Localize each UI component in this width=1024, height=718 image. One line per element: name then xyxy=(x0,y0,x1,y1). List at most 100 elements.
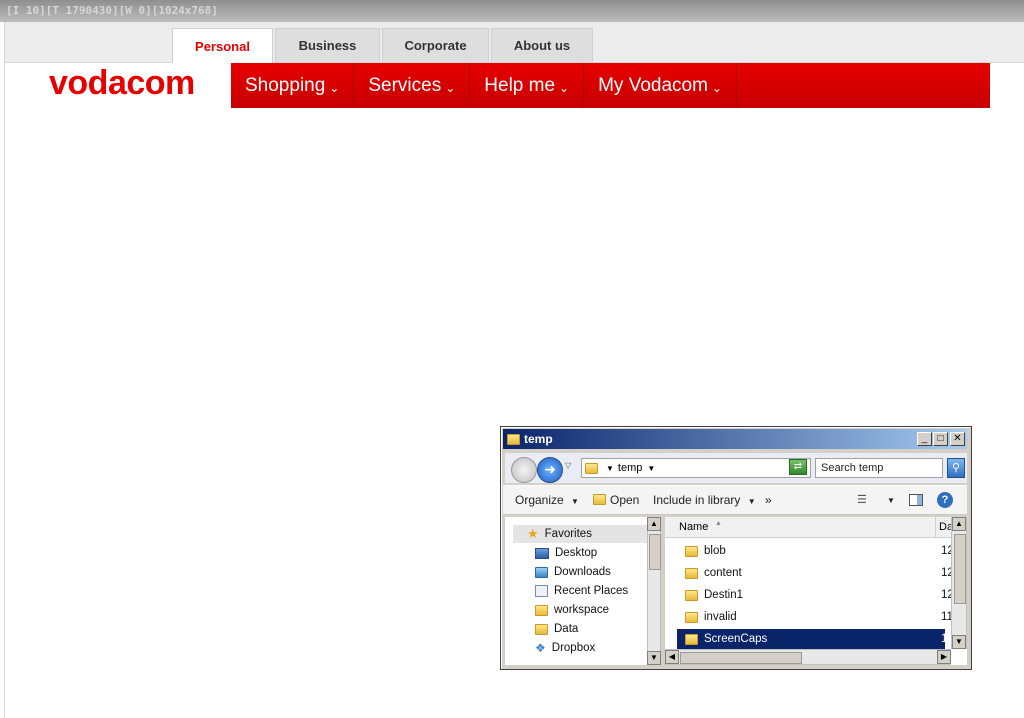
explorer-window[interactable]: temp _ □ ✕ ➜ ▽ ▼ temp ▼ ▼ ⇄ Search temp … xyxy=(500,426,972,670)
view-options-icon[interactable]: ☰ xyxy=(857,493,867,506)
preview-pane-icon[interactable] xyxy=(909,494,923,506)
file-row-blob[interactable]: blob 12 xyxy=(679,541,954,561)
tab-business[interactable]: Business xyxy=(275,28,380,62)
folder-icon xyxy=(507,433,520,445)
forward-arrow-icon[interactable]: ➜ xyxy=(537,457,563,483)
breadcrumb-arrow-icon[interactable]: ▼ xyxy=(606,464,614,473)
nav-label: My Vodacom xyxy=(598,74,708,96)
dropbox-icon: ❖ xyxy=(535,641,546,655)
window-caption-bar: [I 10][T 1790430][W 0][1024x768] xyxy=(0,0,1024,22)
nav-item-recent-places[interactable]: Recent Places xyxy=(535,582,628,600)
file-row-content[interactable]: content 12 xyxy=(679,563,954,583)
breadcrumb-arrow-icon[interactable]: ▼ xyxy=(647,464,655,473)
file-row-destin1[interactable]: Destin1 12 xyxy=(679,585,954,605)
history-dropdown-icon[interactable]: ▽ xyxy=(565,461,571,470)
column-header-row: Name ▲ Da xyxy=(665,517,955,538)
folder-icon xyxy=(685,611,698,623)
scroll-down-arrow-icon[interactable]: ▼ xyxy=(647,651,661,665)
chevron-down-icon: ⌄ xyxy=(711,80,722,95)
nav-item-label: workspace xyxy=(554,604,609,616)
file-name: Destin1 xyxy=(704,589,743,601)
site-tab-row: Personal Business Corporate About us xyxy=(5,22,1024,63)
folder-icon xyxy=(585,462,598,474)
file-name: ScreenCaps xyxy=(704,633,768,645)
nav-label: Services xyxy=(368,74,442,96)
window-caption: [I 10][T 1790430][W 0][1024x768] xyxy=(6,4,218,17)
file-list-hscrollbar[interactable]: ◀ ▶ xyxy=(665,649,951,665)
refresh-icon[interactable]: ⇄ xyxy=(789,459,807,475)
nav-item-label: Desktop xyxy=(555,547,598,559)
nav-item-label: Downloads xyxy=(554,566,611,578)
open-button[interactable]: Open xyxy=(593,493,639,507)
address-field[interactable]: ▼ temp ▼ ▼ xyxy=(581,458,811,478)
column-header-name[interactable]: Name xyxy=(679,521,708,533)
folder-icon xyxy=(685,589,698,601)
file-list-vscrollbar[interactable]: ▲ ▼ xyxy=(951,517,967,649)
view-dropdown-icon[interactable]: ▼ xyxy=(887,496,895,505)
file-name: content xyxy=(704,567,742,579)
file-row-screencaps[interactable]: ScreenCaps 12 xyxy=(677,629,954,649)
open-folder-icon xyxy=(593,494,606,505)
favorites-item[interactable]: ★ Favorites xyxy=(527,525,592,543)
folder-icon xyxy=(685,545,698,557)
nav-item-workspace[interactable]: workspace xyxy=(535,601,609,619)
file-row-invalid[interactable]: invalid 11 xyxy=(679,607,953,627)
scroll-down-arrow-icon[interactable]: ▼ xyxy=(952,635,966,649)
search-input[interactable]: Search temp xyxy=(815,458,943,478)
downloads-icon xyxy=(535,566,548,578)
organize-button[interactable]: Organize ▼ xyxy=(515,493,579,507)
explorer-title-bar[interactable]: temp _ □ ✕ xyxy=(503,429,967,449)
chevron-down-icon: ⌄ xyxy=(559,80,570,95)
scroll-thumb[interactable] xyxy=(649,534,661,570)
recent-places-icon xyxy=(535,585,548,597)
organize-label: Organize xyxy=(515,493,564,507)
file-name: blob xyxy=(704,545,726,557)
nav-my-vodacom[interactable]: My Vodacom ⌄ xyxy=(584,63,737,108)
nav-item-downloads[interactable]: Downloads xyxy=(535,563,611,581)
folder-icon xyxy=(685,567,698,579)
chevron-down-icon: ⌄ xyxy=(445,80,456,95)
scroll-up-arrow-icon[interactable]: ▲ xyxy=(952,517,966,531)
address-bar-row: ➜ ▽ ▼ temp ▼ ▼ ⇄ Search temp ⚲ xyxy=(505,453,967,483)
back-arrow-icon[interactable] xyxy=(511,457,537,483)
include-label: Include in library xyxy=(653,493,741,507)
explorer-title: temp xyxy=(524,432,553,446)
tab-corporate[interactable]: Corporate xyxy=(382,28,489,62)
scroll-thumb[interactable] xyxy=(680,652,802,664)
help-icon[interactable]: ? xyxy=(937,492,953,508)
nav-services[interactable]: Services ⌄ xyxy=(354,63,471,108)
more-commands-button[interactable]: » xyxy=(765,493,772,507)
maximize-button[interactable]: □ xyxy=(933,432,948,446)
search-icon[interactable]: ⚲ xyxy=(947,458,965,478)
nav-pane-scrollbar[interactable]: ▲ ▼ xyxy=(647,517,661,665)
vodacom-logo[interactable]: vodacom xyxy=(49,64,195,103)
nav-shopping[interactable]: Shopping ⌄ xyxy=(231,63,355,108)
folder-icon xyxy=(535,604,548,616)
sort-ascending-icon: ▲ xyxy=(715,520,722,527)
tab-about-us[interactable]: About us xyxy=(491,28,593,62)
scroll-left-arrow-icon[interactable]: ◀ xyxy=(665,650,679,664)
star-icon: ★ xyxy=(527,526,539,541)
file-name: invalid xyxy=(704,611,737,623)
close-button[interactable]: ✕ xyxy=(950,432,965,446)
scroll-thumb[interactable] xyxy=(954,534,966,604)
scroll-up-arrow-icon[interactable]: ▲ xyxy=(647,517,661,531)
folder-icon xyxy=(685,633,698,645)
scroll-right-arrow-icon[interactable]: ▶ xyxy=(937,650,951,664)
include-in-library-button[interactable]: Include in library ▼ xyxy=(653,493,756,507)
nav-item-dropbox[interactable]: ❖ Dropbox xyxy=(535,639,595,657)
nav-item-desktop[interactable]: Desktop xyxy=(535,544,597,562)
command-bar: Organize ▼ Open Include in library ▼ » ☰… xyxy=(503,485,967,515)
tab-personal[interactable]: Personal xyxy=(172,28,273,63)
minimize-button[interactable]: _ xyxy=(917,432,932,446)
file-list-pane: Name ▲ Da blob 12 content 12 Destin1 12 inv… xyxy=(665,517,967,665)
nav-item-label: Recent Places xyxy=(554,585,629,597)
address-path[interactable]: temp xyxy=(618,462,642,474)
nav-help-me[interactable]: Help me ⌄ xyxy=(470,63,585,108)
nav-item-label: Data xyxy=(554,623,579,635)
nav-item-data[interactable]: Data xyxy=(535,620,578,638)
navigation-pane: ★ Favorites Desktop Downloads Recent Plac… xyxy=(505,517,661,665)
chevron-down-icon: ⌄ xyxy=(329,80,340,95)
folder-icon xyxy=(535,623,548,635)
open-label: Open xyxy=(610,493,640,507)
